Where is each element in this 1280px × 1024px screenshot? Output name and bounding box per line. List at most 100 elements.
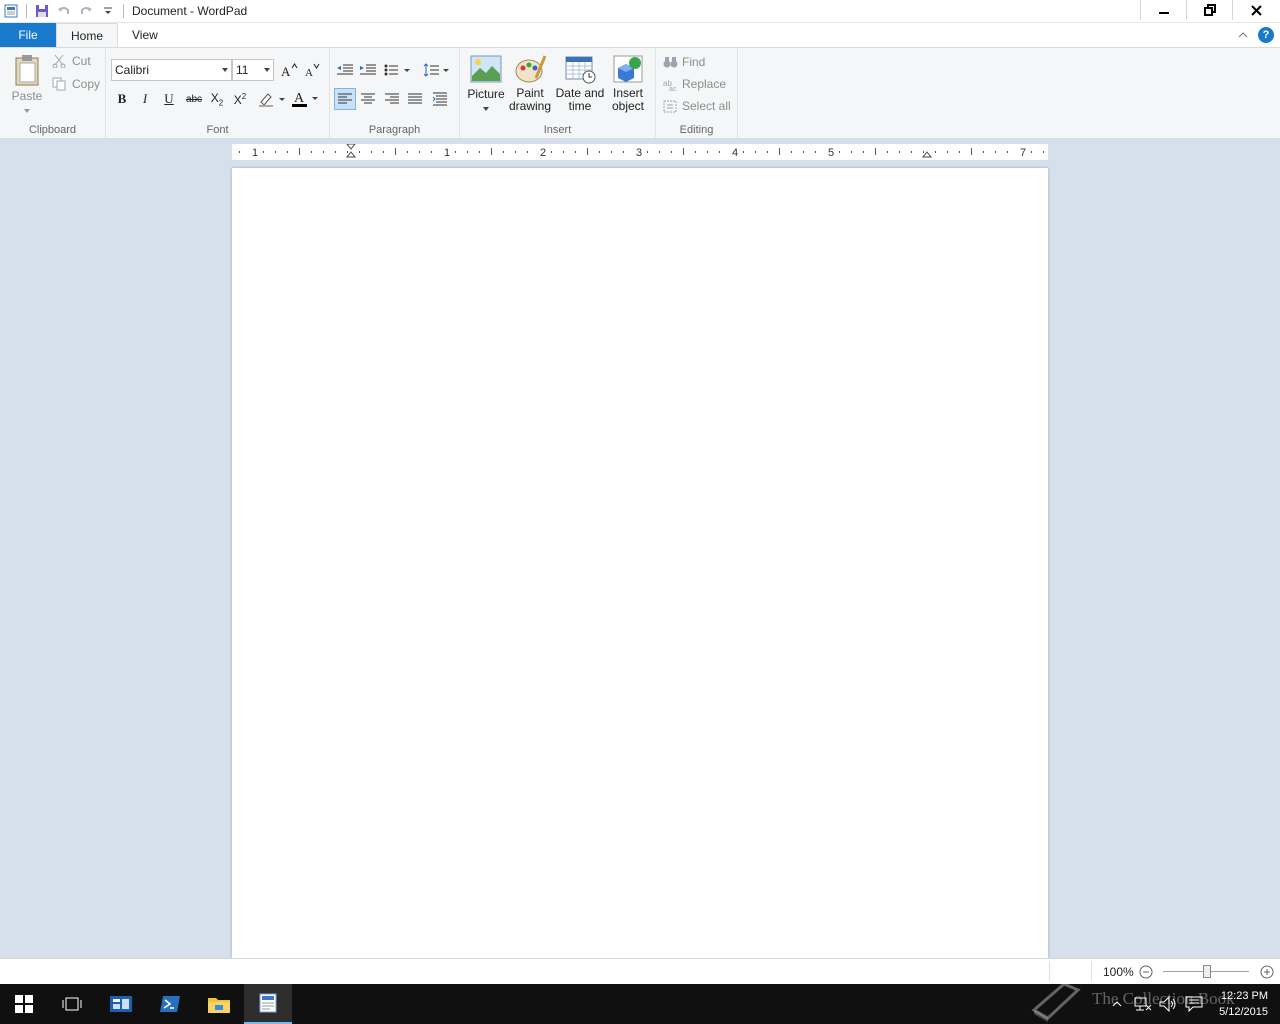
paste-label: Paste xyxy=(11,89,43,103)
font-group-label: Font xyxy=(206,124,229,136)
ruler-tick xyxy=(899,151,900,153)
task-view-button[interactable] xyxy=(48,984,96,1024)
network-icon[interactable] xyxy=(1134,996,1152,1012)
tab-view[interactable]: View xyxy=(118,23,172,47)
list-button[interactable] xyxy=(382,59,416,81)
align-center-button[interactable] xyxy=(357,88,379,110)
ruler-tick xyxy=(875,148,876,155)
customize-qat-icon[interactable] xyxy=(97,0,119,22)
ruler-tick xyxy=(851,151,852,153)
underline-button[interactable]: U xyxy=(158,88,180,110)
font-family-select[interactable]: Calibri xyxy=(111,59,232,81)
right-indent-marker[interactable] xyxy=(921,151,933,158)
ruler-number: 1 xyxy=(252,147,258,159)
bullet-list-icon xyxy=(384,64,410,76)
picture-dropdown-icon[interactable] xyxy=(482,106,490,112)
increase-indent-button[interactable] xyxy=(357,59,379,81)
insert-object-button[interactable]: Insert object xyxy=(608,54,648,113)
zoom-slider-thumb[interactable] xyxy=(1203,965,1211,978)
document-page[interactable] xyxy=(232,168,1048,958)
close-button[interactable] xyxy=(1232,0,1280,20)
ruler-tick xyxy=(275,151,276,153)
show-hidden-icons-icon[interactable] xyxy=(1112,1000,1122,1008)
strikethrough-button[interactable]: abc xyxy=(183,88,205,110)
document-workspace[interactable]: 1 1 2 3 4 5 7 xyxy=(0,139,1280,958)
taskbar-wordpad[interactable] xyxy=(244,984,292,1024)
align-center-icon xyxy=(361,93,375,104)
chevron-down-icon xyxy=(264,68,270,72)
increase-indent-icon xyxy=(360,64,376,75)
wordpad-app-icon[interactable] xyxy=(0,0,22,22)
help-icon[interactable]: ? xyxy=(1258,27,1274,43)
italic-button[interactable]: I xyxy=(134,88,156,110)
zoom-level[interactable]: 100% xyxy=(1103,965,1134,979)
highlight-color-button[interactable] xyxy=(256,88,288,110)
zoom-slider[interactable] xyxy=(1163,965,1249,978)
highlighter-icon xyxy=(259,93,285,107)
picture-button[interactable]: Picture xyxy=(466,54,506,115)
decrease-indent-button[interactable] xyxy=(334,59,356,81)
restore-button[interactable] xyxy=(1186,0,1232,20)
paste-dropdown-icon[interactable] xyxy=(23,108,31,114)
volume-icon[interactable] xyxy=(1159,996,1177,1012)
undo-icon[interactable] xyxy=(53,0,75,22)
ruler-tick xyxy=(383,151,384,153)
paint-drawing-button[interactable]: Paint drawing xyxy=(508,54,552,113)
ruler-number: 4 xyxy=(732,147,738,159)
font-size-select[interactable]: 11 xyxy=(232,59,274,81)
first-line-indent-marker[interactable] xyxy=(346,144,356,150)
zoom-out-icon[interactable] xyxy=(1139,965,1153,979)
superscript-button[interactable]: X2 xyxy=(229,88,251,110)
date-time-button[interactable]: Date and time xyxy=(554,54,606,113)
book-watermark-logo xyxy=(1031,982,1081,1022)
font-family-value: Calibri xyxy=(115,63,150,77)
replace-button[interactable]: ab ac Replace xyxy=(663,77,726,91)
paste-button[interactable]: Paste xyxy=(8,54,46,117)
subscript-icon: X2 xyxy=(210,90,224,108)
scissors-icon xyxy=(52,54,66,68)
bold-button[interactable]: B xyxy=(111,88,133,110)
line-spacing-button[interactable] xyxy=(421,59,455,81)
insert-group: Picture Paint drawing Date and time Inse… xyxy=(460,48,656,138)
start-button[interactable] xyxy=(0,984,48,1024)
text-color-button[interactable]: A xyxy=(289,88,321,110)
ruler[interactable]: 1 1 2 3 4 5 7 xyxy=(232,144,1048,160)
ribbon: Paste Cut Copy Clipboard Calibri 11 A A … xyxy=(0,47,1280,139)
subscript-button[interactable]: X2 xyxy=(206,88,228,110)
align-right-button[interactable] xyxy=(381,88,403,110)
system-clock[interactable]: 12:23 PM 5/12/2015 xyxy=(1219,988,1268,1020)
shrink-font-button[interactable]: A xyxy=(301,59,323,81)
ruler-tick xyxy=(1007,151,1008,153)
ruler-tick xyxy=(467,151,468,153)
ruler-tick xyxy=(395,148,396,155)
taskbar-file-explorer[interactable] xyxy=(195,984,243,1024)
find-button[interactable]: Find xyxy=(663,55,705,69)
cut-button[interactable]: Cut xyxy=(52,54,91,68)
justify-button[interactable] xyxy=(404,88,426,110)
action-center-icon[interactable] xyxy=(1185,996,1203,1012)
zoom-in-icon[interactable] xyxy=(1260,965,1274,979)
clock-time: 12:23 PM xyxy=(1220,990,1268,1002)
server-manager-icon xyxy=(110,996,132,1012)
grow-font-button[interactable]: A xyxy=(278,59,300,81)
ruler-tick xyxy=(935,151,936,153)
ruler-number: 2 xyxy=(540,147,546,159)
redo-icon[interactable] xyxy=(75,0,97,22)
paragraph-icon xyxy=(433,92,447,106)
taskbar-server-manager[interactable] xyxy=(97,984,145,1024)
minimize-button[interactable] xyxy=(1140,0,1186,20)
minimize-ribbon-icon[interactable] xyxy=(1238,31,1248,39)
select-all-button[interactable]: Select all xyxy=(663,99,731,113)
copy-button[interactable]: Copy xyxy=(52,77,100,91)
taskbar-powershell[interactable] xyxy=(146,984,194,1024)
insert-group-label: Insert xyxy=(543,124,572,136)
paragraph-settings-button[interactable] xyxy=(429,88,451,110)
ruler-tick xyxy=(719,151,720,153)
tab-home[interactable]: Home xyxy=(56,23,119,47)
taskbar: The Collection Book 12:23 PM 5/12/2015 xyxy=(0,982,1280,1024)
align-left-button[interactable] xyxy=(334,88,356,110)
hanging-indent-marker[interactable] xyxy=(345,151,357,158)
tab-file[interactable]: File xyxy=(0,23,56,47)
ruler-tick xyxy=(263,151,264,153)
save-icon[interactable] xyxy=(31,0,53,22)
